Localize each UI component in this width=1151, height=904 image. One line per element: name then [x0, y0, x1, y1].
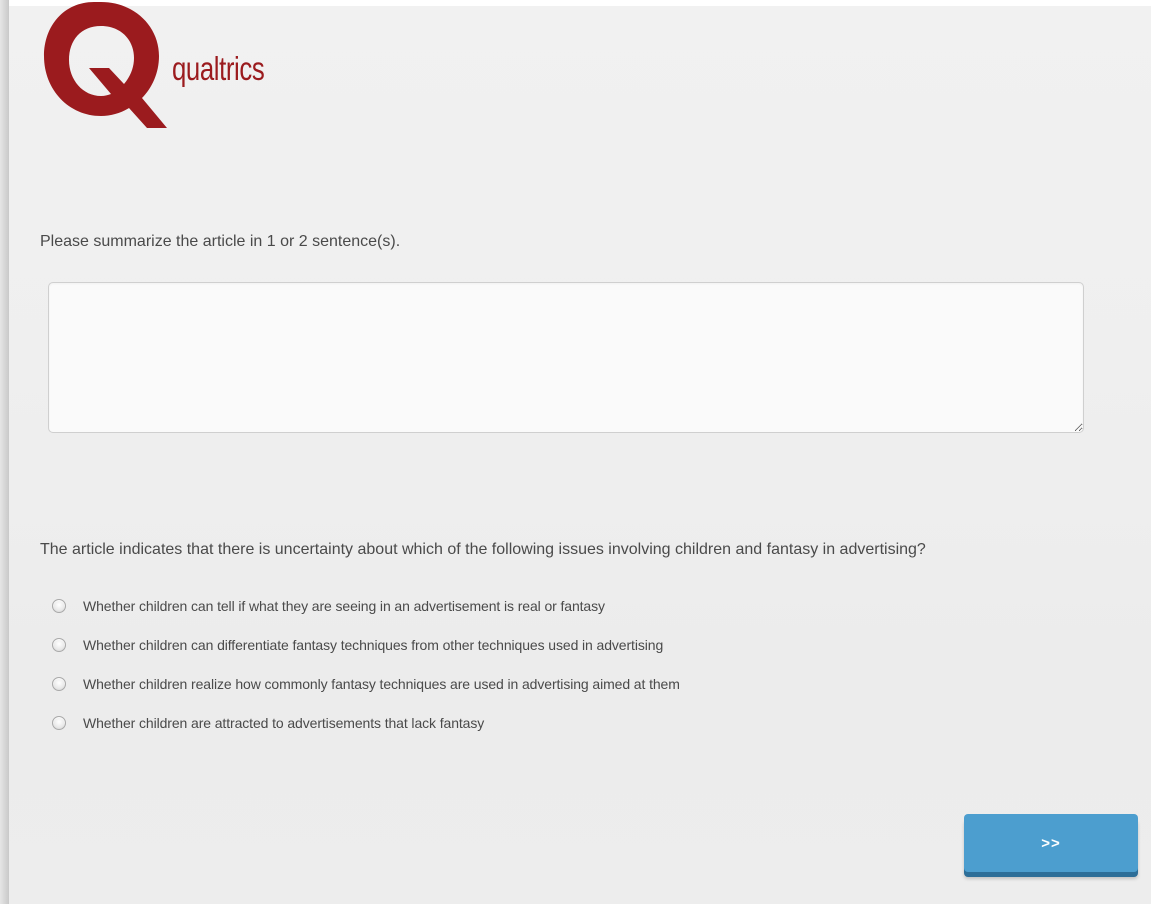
radio-button-icon[interactable]	[52, 716, 66, 730]
choice-label: Whether children can tell if what they a…	[83, 598, 605, 614]
choice-label: Whether children are attracted to advert…	[83, 715, 485, 731]
survey-page: qualtrics Please summarize the article i…	[0, 0, 1151, 904]
choice-label: Whether children realize how commonly fa…	[83, 676, 680, 692]
left-border	[0, 0, 9, 904]
choice-option-4[interactable]: Whether children are attracted to advert…	[52, 712, 484, 734]
choice-option-3[interactable]: Whether children realize how commonly fa…	[52, 673, 680, 695]
radio-button-icon[interactable]	[52, 599, 66, 613]
question-1-text: Please summarize the article in 1 or 2 s…	[40, 233, 401, 250]
survey-panel: qualtrics Please summarize the article i…	[9, 2, 1151, 904]
radio-button-icon[interactable]	[52, 638, 66, 652]
choice-option-2[interactable]: Whether children can differentiate fanta…	[52, 634, 663, 656]
radio-button-icon[interactable]	[52, 677, 66, 691]
summary-text-input[interactable]	[48, 282, 1084, 433]
question-2-text: The article indicates that there is unce…	[40, 541, 926, 558]
qualtrics-logo: qualtrics	[39, 0, 309, 138]
logo-wordmark: qualtrics	[172, 50, 265, 87]
choice-option-1[interactable]: Whether children can tell if what they a…	[52, 595, 605, 617]
next-button[interactable]: >>	[964, 814, 1138, 872]
choice-label: Whether children can differentiate fanta…	[83, 637, 664, 653]
